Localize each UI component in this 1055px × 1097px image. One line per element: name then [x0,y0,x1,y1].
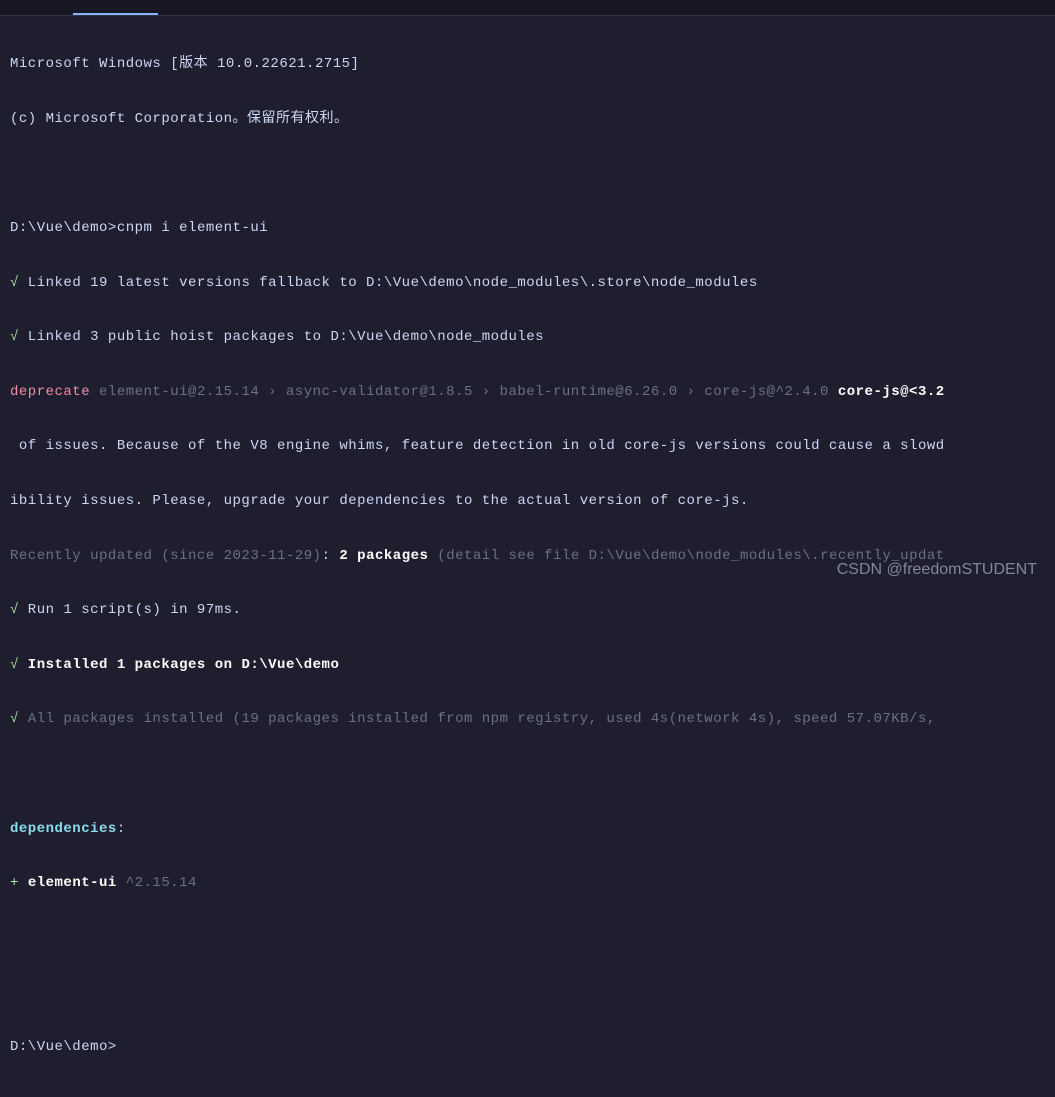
output-text: Linked 3 public hoist packages to D:\Vue… [19,329,544,345]
recent-packages: packages [348,548,428,564]
command-line-1: D:\Vue\demo>cnpm i element-ui [10,215,1045,242]
linked-hoist-line: √ Linked 3 public hoist packages to D:\V… [10,324,1045,351]
recent-count: 2 [339,548,348,564]
output-text: Linked 19 latest versions fallback to D:… [19,275,758,291]
dependency-item: + element-ui ^2.15.14 [10,870,1045,897]
check-icon: √ [10,275,19,291]
installed-packages-line: √ Installed 1 packages on D:\Vue\demo [10,652,1045,679]
check-icon: √ [10,329,19,345]
output-text: Installed 1 packages on D:\Vue\demo [19,657,339,673]
deprecate-msg-2: ibility issues. Please, upgrade your dep… [10,488,1045,515]
dep-package-name: element-ui [28,875,117,891]
deprecate-msg-1: of issues. Because of the V8 engine whim… [10,433,1045,460]
check-icon: √ [10,711,19,727]
blank-line [10,160,1045,187]
deprecate-package: core-js@<3.2 [838,384,945,400]
check-icon: √ [10,657,19,673]
active-tab-indicator [73,13,158,15]
terminal-output[interactable]: Microsoft Windows [版本 10.0.22621.2715] (… [0,16,1055,1097]
blank-line [10,925,1045,952]
recent-colon: : [322,548,340,564]
command-text: cnpm i element-ui [117,220,268,236]
blank-line [10,979,1045,1006]
deprecate-label: deprecate [10,384,90,400]
tab-bar [0,0,1055,16]
dependencies-header: dependencies: [10,816,1045,843]
copyright-line: (c) Microsoft Corporation。保留所有权利。 [10,106,1045,133]
output-text: Run 1 script(s) in 97ms. [19,602,242,618]
recent-prefix: Recently updated (since 2023-11-29) [10,548,322,564]
deprecate-chain: element-ui@2.15.14 › async-validator@1.8… [90,384,838,400]
linked-versions-line: √ Linked 19 latest versions fallback to … [10,270,1045,297]
output-text: All packages installed (19 packages inst… [19,711,945,727]
check-icon: √ [10,602,19,618]
all-packages-line: √ All packages installed (19 packages in… [10,706,1045,733]
deprecate-line: deprecate element-ui@2.15.14 › async-val… [10,379,1045,406]
deps-colon: : [117,821,126,837]
blank-line [10,761,1045,788]
prompt-path: D:\Vue\demo> [10,220,117,236]
os-version-line: Microsoft Windows [版本 10.0.22621.2715] [10,51,1045,78]
run-scripts-line: √ Run 1 script(s) in 97ms. [10,597,1045,624]
plus-icon: + [10,875,28,891]
dep-package-version: ^2.15.14 [117,875,197,891]
command-prompt[interactable]: D:\Vue\demo> [10,1034,1045,1061]
watermark: CSDN @freedomSTUDENT [837,561,1037,579]
deps-label: dependencies [10,821,117,837]
